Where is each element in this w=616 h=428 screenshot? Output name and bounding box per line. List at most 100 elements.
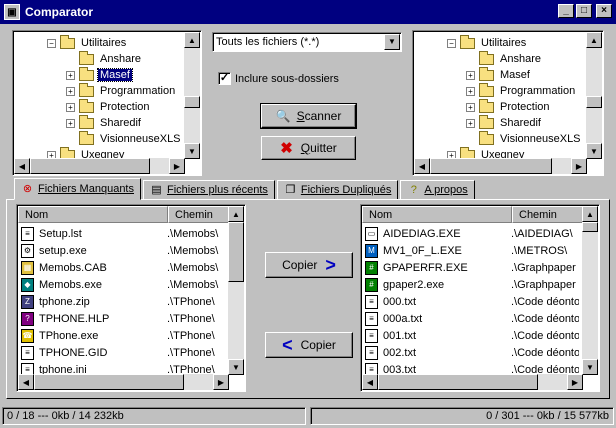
file-row[interactable]: ≡ 000a.txt .\Code déonto	[365, 310, 581, 327]
checkmark-icon[interactable]: ✓	[218, 72, 231, 85]
file-row[interactable]: ≡ Setup.lst .\Memobs\	[21, 225, 227, 242]
tree-item[interactable]: − Utilitaires	[447, 34, 528, 51]
left-folder-tree[interactable]: − Utilitaires Anshare + Masef + Programmation +…	[12, 30, 202, 176]
expander-icon[interactable]: +	[466, 118, 475, 128]
expander-icon[interactable]: +	[466, 102, 475, 112]
scroll-thumb[interactable]	[34, 374, 184, 390]
scroll-right-icon[interactable]: ▶	[571, 158, 587, 174]
expander-icon[interactable]: +	[66, 118, 75, 128]
file-row[interactable]: ◆ Memobs.exe .\Memobs\	[21, 276, 227, 293]
include-subfolders-checkbox[interactable]: ✓ Inclure sous-dossiers	[218, 72, 339, 85]
expander-icon[interactable]: +	[466, 86, 475, 96]
missing-files-list-right[interactable]: Nom Chemin ▭ AIDEDIAG.EXE .\AIDEDIAG\ M MV1_…	[360, 204, 600, 392]
expander-icon[interactable]: −	[447, 38, 456, 48]
copy-to-right-button[interactable]: Copier >	[265, 252, 353, 278]
quit-button[interactable]: ✖ Quitter	[261, 136, 356, 160]
file-row[interactable]: ▦ Memobs.CAB .\Memobs\	[21, 259, 227, 276]
tree-item[interactable]: Anshare	[466, 50, 543, 67]
scroll-thumb[interactable]	[30, 158, 150, 174]
scroll-right-icon[interactable]: ▶	[213, 374, 229, 390]
horizontal-scrollbar[interactable]: ◀ ▶	[18, 374, 229, 390]
vertical-scrollbar[interactable]: ▲ ▼	[228, 206, 244, 375]
expander-icon[interactable]: +	[66, 70, 75, 80]
close-button[interactable]: ×	[596, 4, 612, 18]
horizontal-scrollbar[interactable]: ◀ ▶	[362, 374, 583, 390]
tree-item[interactable]: VisionneuseXLS	[466, 130, 583, 147]
tree-item[interactable]: + Masef	[466, 66, 532, 83]
missing-files-list-left[interactable]: Nom Chemin ≡ Setup.lst .\Memobs\ ⚙ setup.exe…	[16, 204, 246, 392]
horizontal-scrollbar[interactable]: ◀ ▶	[14, 158, 185, 174]
tree-item[interactable]: + Programmation	[66, 82, 177, 99]
expander-icon[interactable]: +	[66, 86, 75, 96]
file-row[interactable]: # GPAPERFR.EXE .\Graphpaper	[365, 259, 581, 276]
tab-a-propos[interactable]: ? A propos	[400, 180, 475, 200]
tree-item[interactable]: + Sharedif	[466, 114, 543, 131]
chevron-down-icon[interactable]: ▼	[384, 34, 400, 50]
file-row[interactable]: ≡ 002.txt .\Code déonto	[365, 344, 581, 361]
scroll-thumb[interactable]	[184, 96, 200, 108]
graph-exe-icon: #	[365, 260, 378, 275]
file-row[interactable]: ⚙ setup.exe .\Memobs\	[21, 242, 227, 259]
tree-item[interactable]: − Utilitaires	[47, 34, 128, 51]
horizontal-scrollbar[interactable]: ◀ ▶	[414, 158, 587, 174]
scroll-up-icon[interactable]: ▲	[582, 206, 598, 222]
file-row[interactable]: ▭ AIDEDIAG.EXE .\AIDEDIAG\	[365, 225, 581, 242]
scroll-up-icon[interactable]: ▲	[184, 32, 200, 48]
expander-icon[interactable]: +	[66, 102, 75, 112]
column-header-path[interactable]: Chemin	[168, 206, 230, 223]
file-row[interactable]: ≡ TPHONE.GID .\TPhone\	[21, 344, 227, 361]
tree-item[interactable]: + Masef	[66, 66, 133, 83]
scan-button[interactable]: 🔍 Scanner	[260, 103, 357, 129]
gid-file-icon: ≡	[21, 345, 34, 360]
right-folder-tree[interactable]: − Utilitaires Anshare + Masef + Programmation +…	[412, 30, 604, 176]
scroll-thumb[interactable]	[430, 158, 552, 174]
scroll-down-icon[interactable]: ▼	[228, 359, 244, 375]
scroll-up-icon[interactable]: ▲	[228, 206, 244, 222]
tree-item[interactable]: + Protection	[66, 98, 152, 115]
scroll-thumb[interactable]	[378, 374, 538, 390]
copy-to-left-button[interactable]: < Copier	[265, 332, 353, 358]
file-row[interactable]: Ztphone.zip .\TPhone\	[21, 293, 227, 310]
file-path: .\Code déonto	[511, 295, 579, 308]
file-row[interactable]: ☎ TPhone.exe .\TPhone\	[21, 327, 227, 344]
file-path: .\TPhone\	[167, 329, 215, 342]
scroll-left-icon[interactable]: ◀	[14, 158, 30, 174]
scroll-thumb[interactable]	[228, 222, 244, 282]
file-row[interactable]: # gpaper2.exe .\Graphpaper	[365, 276, 581, 293]
scroll-left-icon[interactable]: ◀	[362, 374, 378, 390]
file-row[interactable]: M MV1_0F_L.EXE .\METROS\	[365, 242, 581, 259]
file-filter-select[interactable]: Touts les fichiers (*.*) ▼	[212, 32, 402, 52]
vertical-scrollbar[interactable]: ▲ ▼	[582, 206, 598, 375]
tree-item[interactable]: Anshare	[66, 50, 143, 67]
vertical-scrollbar[interactable]: ▲ ▼	[586, 32, 602, 159]
scroll-thumb[interactable]	[582, 222, 598, 232]
expander-icon[interactable]: −	[47, 38, 56, 48]
minimize-button[interactable]: _	[558, 4, 574, 18]
scroll-right-icon[interactable]: ▶	[169, 158, 185, 174]
column-header-name[interactable]: Nom	[362, 206, 512, 223]
tab-fichiers-manquants[interactable]: ⊗ Fichiers Manquants	[14, 178, 141, 200]
tree-item[interactable]: + Programmation	[466, 82, 577, 99]
file-row[interactable]: ? TPHONE.HLP .\TPhone\	[21, 310, 227, 327]
tab-fichiers-plus-r-cents[interactable]: ▤ Fichiers plus récents	[143, 180, 275, 200]
column-header-name[interactable]: Nom	[18, 206, 168, 223]
vertical-scrollbar[interactable]: ▲ ▼	[184, 32, 200, 159]
expander-icon[interactable]: +	[466, 70, 475, 80]
copy-left-label: Copier	[300, 338, 336, 352]
scroll-down-icon[interactable]: ▼	[184, 143, 200, 159]
maximize-button[interactable]: □	[576, 4, 592, 18]
tree-item[interactable]: + Sharedif	[66, 114, 143, 131]
scroll-thumb[interactable]	[586, 96, 602, 108]
scroll-up-icon[interactable]: ▲	[586, 32, 602, 48]
scroll-right-icon[interactable]: ▶	[567, 374, 583, 390]
tree-item[interactable]: + Protection	[466, 98, 552, 115]
scroll-left-icon[interactable]: ◀	[414, 158, 430, 174]
tree-item[interactable]: VisionneuseXLS	[66, 130, 183, 147]
scroll-down-icon[interactable]: ▼	[582, 359, 598, 375]
scroll-down-icon[interactable]: ▼	[586, 143, 602, 159]
file-row[interactable]: ≡ 001.txt .\Code déonto	[365, 327, 581, 344]
file-row[interactable]: ≡ 000.txt .\Code déonto	[365, 293, 581, 310]
tab-fichiers-dupliqu-s[interactable]: ❐ Fichiers Dupliqués	[276, 180, 399, 200]
scroll-left-icon[interactable]: ◀	[18, 374, 34, 390]
column-header-path[interactable]: Chemin	[512, 206, 586, 223]
